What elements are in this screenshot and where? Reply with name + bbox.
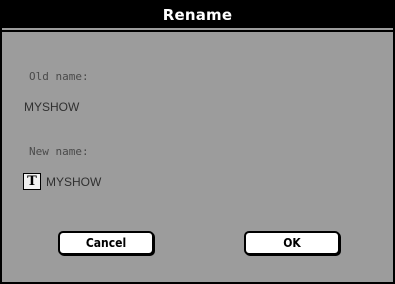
cancel-button[interactable]: Cancel [58,231,154,255]
old-name-label: Old name: [29,70,89,83]
text-edit-icon[interactable]: T [23,173,41,190]
rename-dialog: Rename Old name: MYSHOW New name: T MYSH… [0,0,395,284]
old-name-value: MYSHOW [24,100,80,114]
dialog-title: Rename [2,2,393,28]
new-name-label: New name: [29,145,89,158]
dialog-body: Old name: MYSHOW New name: T MYSHOW Canc… [2,30,393,282]
new-name-field[interactable]: MYSHOW [46,175,101,189]
ok-button[interactable]: OK [244,231,340,255]
